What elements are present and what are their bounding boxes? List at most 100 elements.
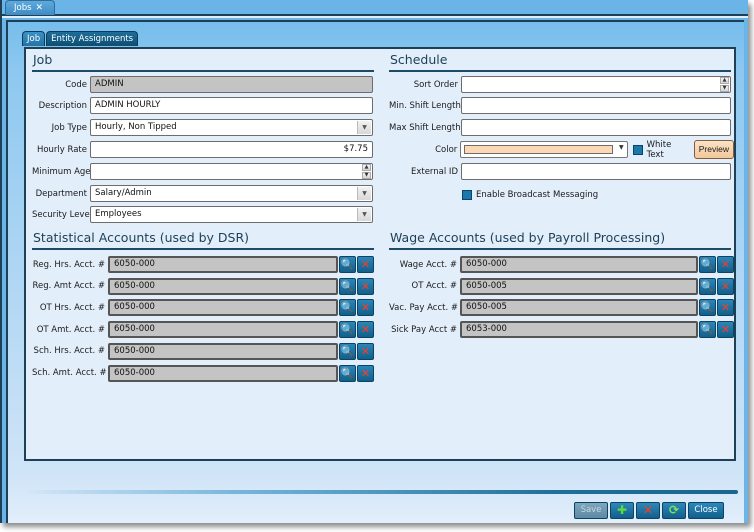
max-shift-length-field[interactable]: [461, 119, 731, 136]
security-level-select[interactable]: Employees ▼: [90, 206, 373, 223]
clear-icon[interactable]: ✕: [357, 277, 374, 295]
statistical-account-row: OT Hrs. Acct. #6050-000 🔍 ✕: [32, 299, 374, 317]
account-number-field[interactable]: 6050-005: [460, 299, 698, 317]
section-title-job: Job: [33, 52, 53, 67]
label-security-level: Security Level: [32, 209, 93, 220]
search-icon[interactable]: 🔍: [699, 256, 716, 273]
broadcast-messaging-checkbox[interactable]: [462, 189, 472, 200]
chevron-down-icon[interactable]: ▼: [357, 121, 371, 134]
save-button[interactable]: Save: [574, 502, 608, 519]
spin-up-icon[interactable]: ▲: [362, 164, 371, 171]
doc-tab-label: Jobs: [14, 2, 32, 13]
footer-divider: [22, 490, 738, 494]
preview-button[interactable]: Preview: [693, 140, 734, 159]
tab-job[interactable]: Job: [22, 31, 46, 46]
jobs-window: Jobs ✕ Job Entity Assignments Job Code A…: [0, 0, 748, 523]
row-code: Code ADMIN: [32, 76, 373, 93]
statistical-account-row: Sch. Hrs. Acct. #6050-000 🔍 ✕: [32, 342, 374, 360]
search-icon[interactable]: 🔍: [339, 321, 356, 339]
doc-tab-jobs[interactable]: Jobs ✕: [5, 0, 55, 15]
external-id-field[interactable]: [461, 163, 731, 180]
refresh-button[interactable]: ⟳: [662, 502, 686, 519]
search-icon[interactable]: 🔍: [339, 364, 356, 382]
search-icon[interactable]: 🔍: [339, 342, 356, 360]
account-number-field[interactable]: 6050-000: [108, 299, 338, 317]
section-divider: [32, 70, 374, 72]
spin-down-icon[interactable]: ▼: [720, 85, 729, 92]
label-hourly-rate: Hourly Rate: [36, 144, 87, 155]
section-title-schedule: Schedule: [390, 52, 448, 67]
color-picker[interactable]: ▼: [460, 141, 628, 158]
row-sort-order: Sort Order ▲ ▼: [389, 76, 731, 93]
security-level-value: Employees: [95, 209, 142, 219]
account-number-field[interactable]: 6050-000: [108, 342, 338, 360]
spin-down-icon[interactable]: ▼: [362, 172, 371, 179]
close-button[interactable]: Close: [688, 502, 724, 519]
account-label: Sick Pay Acct #: [391, 324, 457, 335]
account-number-field[interactable]: 6050-005: [460, 277, 698, 295]
clear-icon[interactable]: ✕: [717, 277, 734, 295]
account-label: Sch. Hrs. Acct. #: [33, 346, 105, 357]
job-type-select[interactable]: Hourly, Non Tipped ▼: [90, 119, 373, 136]
search-icon[interactable]: 🔍: [699, 321, 716, 339]
account-number-field[interactable]: 6050-000: [108, 364, 338, 382]
clear-icon[interactable]: ✕: [717, 321, 734, 339]
department-select[interactable]: Salary/Admin ▼: [90, 185, 373, 202]
section-title-statistical: Statistical Accounts (used by DSR): [33, 230, 250, 245]
statistical-account-row: Reg. Amt Acct. #6050-000 🔍 ✕: [32, 277, 374, 295]
row-minimum-age: Minimum Age ▲ ▼: [32, 163, 373, 180]
search-icon[interactable]: 🔍: [339, 256, 356, 273]
wage-account-row: Sick Pay Acct #6053-000 🔍 ✕: [389, 321, 734, 339]
white-text-label: White Text: [646, 139, 672, 160]
section-divider: [389, 248, 731, 250]
sort-order-stepper[interactable]: ▲ ▼: [461, 76, 731, 93]
job-type-value: Hourly, Non Tipped: [95, 122, 177, 132]
tab-entity-assignments[interactable]: Entity Assignments: [46, 31, 139, 46]
clear-icon[interactable]: ✕: [357, 256, 374, 273]
document-frame: Job Entity Assignments Job Code ADMIN De…: [6, 20, 744, 523]
label-description: Description: [38, 100, 87, 111]
document-body: Job Entity Assignments Job Code ADMIN De…: [2, 18, 748, 523]
chevron-down-icon[interactable]: ▼: [619, 144, 624, 151]
clear-icon[interactable]: ✕: [717, 256, 734, 273]
clear-icon[interactable]: ✕: [357, 342, 374, 360]
statistical-account-row: Sch. Amt. Acct. #6050-000 🔍 ✕: [32, 364, 374, 382]
hourly-rate-field[interactable]: $7.75: [90, 141, 373, 158]
statistical-account-row: OT Amt. Acct. #6050-000 🔍 ✕: [32, 321, 374, 339]
spinner: ▲ ▼: [720, 77, 729, 92]
clear-icon[interactable]: ✕: [357, 299, 374, 317]
code-field[interactable]: ADMIN: [90, 76, 373, 93]
spin-up-icon[interactable]: ▲: [720, 77, 729, 84]
chevron-down-icon[interactable]: ▼: [357, 187, 371, 200]
account-label: Sch. Amt. Acct. #: [32, 368, 107, 378]
clear-icon[interactable]: ✕: [717, 299, 734, 317]
row-security-level: Security Level Employees ▼: [32, 206, 373, 223]
label-code: Code: [65, 79, 87, 90]
search-icon[interactable]: 🔍: [339, 277, 356, 295]
description-field[interactable]: ADMIN HOURLY: [90, 97, 373, 114]
search-icon[interactable]: 🔍: [699, 299, 716, 317]
account-number-field[interactable]: 6053-000: [460, 321, 698, 339]
white-text-checkbox[interactable]: [632, 144, 643, 155]
minimum-age-stepper[interactable]: ▲ ▼: [90, 163, 373, 180]
label-min-shift: Min. Shift Length: [389, 100, 461, 111]
clear-icon[interactable]: ✕: [357, 364, 374, 382]
chevron-down-icon[interactable]: ▼: [357, 208, 371, 221]
row-job-type: Job Type Hourly, Non Tipped ▼: [32, 119, 373, 136]
bottom-toolbar: Save ✚ ✕ ⟳ Close: [574, 502, 724, 519]
account-number-field[interactable]: 6050-000: [460, 256, 698, 273]
add-button[interactable]: ✚: [610, 502, 634, 519]
search-icon[interactable]: 🔍: [339, 299, 356, 317]
account-number-field[interactable]: 6050-000: [108, 277, 338, 295]
delete-button[interactable]: ✕: [636, 502, 660, 519]
row-department: Department Salary/Admin ▼: [32, 185, 373, 202]
account-number-field[interactable]: 6050-000: [108, 256, 338, 273]
search-icon[interactable]: 🔍: [699, 277, 716, 295]
label-job-type: Job Type: [51, 122, 87, 133]
clear-icon[interactable]: ✕: [357, 321, 374, 339]
account-number-field[interactable]: 6050-000: [108, 321, 338, 339]
close-tab-icon[interactable]: ✕: [36, 3, 44, 13]
inner-tab-strip: Job Entity Assignments: [22, 31, 139, 46]
job-form-panel: Job Code ADMIN Description ADMIN HOURLY …: [24, 47, 736, 461]
min-shift-length-field[interactable]: [461, 97, 731, 114]
